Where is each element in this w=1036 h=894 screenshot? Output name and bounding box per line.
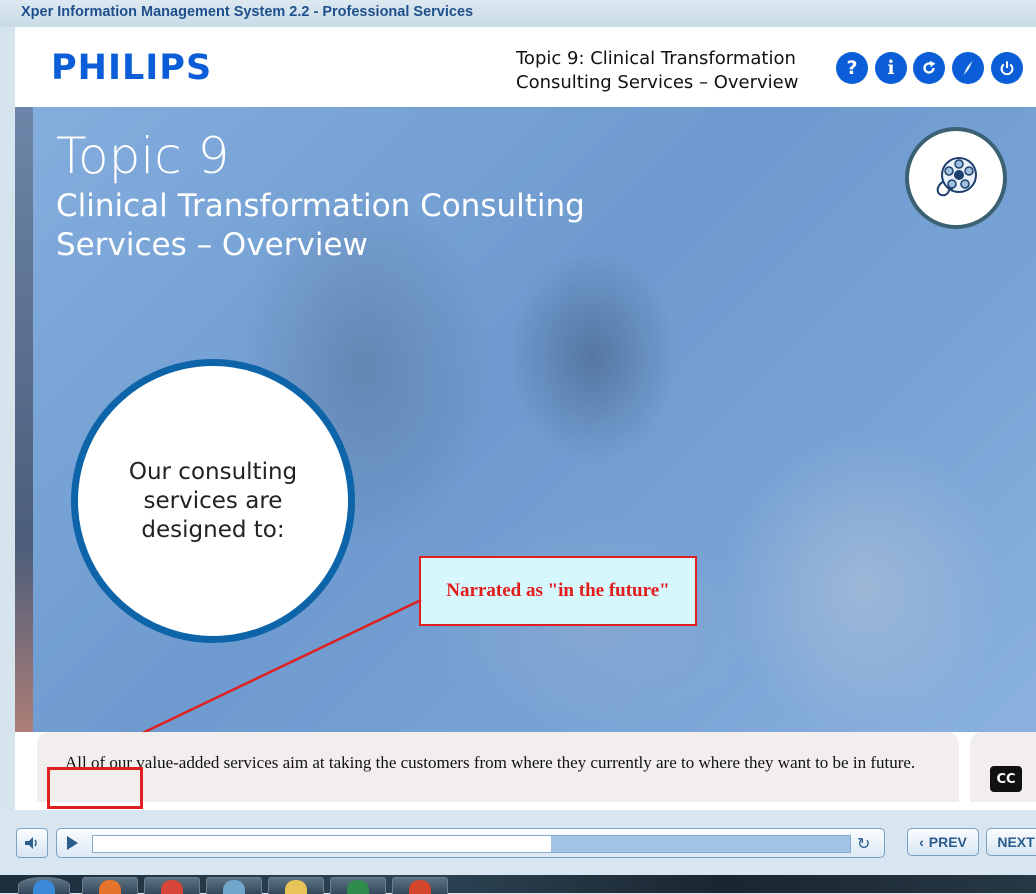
taskbar-folder[interactable]: [268, 877, 324, 894]
help-icon: ?: [846, 57, 858, 79]
playback-bar: ↻: [56, 828, 885, 858]
prev-label: PREV: [928, 834, 967, 850]
taskbar-chrome[interactable]: [144, 877, 200, 894]
window-title: Xper Information Management System 2.2 -…: [21, 4, 474, 20]
start-orb-icon: [33, 880, 55, 894]
header-topic-title: Topic 9: Clinical Transformation Consult…: [516, 47, 798, 95]
header-topic-line2: Consulting Services – Overview: [516, 72, 799, 93]
next-button[interactable]: NEXT: [986, 828, 1036, 856]
taskbar-excel[interactable]: [330, 877, 386, 894]
media-button[interactable]: [905, 127, 1007, 229]
annotation-callout: Narrated as "in the future": [419, 556, 697, 626]
start-button[interactable]: [18, 877, 70, 894]
film-reel-icon: [936, 157, 977, 197]
taskbar-firefox[interactable]: [82, 877, 138, 894]
window-title-bar: Xper Information Management System 2.2 -…: [0, 0, 1036, 27]
powerpoint-icon: [409, 880, 431, 894]
intro-circle-text: Our consulting services are designed to:: [128, 458, 298, 543]
compass-button[interactable]: [952, 52, 984, 84]
refresh-icon: [923, 60, 936, 74]
taskbar-powerpoint[interactable]: [392, 877, 448, 894]
chevron-left-icon: ‹: [919, 834, 924, 850]
speaker-icon: [25, 837, 37, 849]
prev-button[interactable]: ‹ PREV: [907, 828, 979, 856]
taskbar-explorer[interactable]: [206, 877, 262, 894]
caption-text: All of our value-added services aim at t…: [65, 753, 916, 772]
next-label: NEXT: [997, 834, 1035, 850]
info-button[interactable]: i: [875, 52, 907, 84]
power-icon: [1000, 61, 1014, 76]
explorer-icon: [223, 880, 245, 894]
replay-icon[interactable]: ↻: [857, 834, 870, 853]
cc-panel: CC: [970, 732, 1036, 802]
compass-icon: [963, 60, 973, 76]
course-header: PHILIPS Topic 9: Clinical Transformation…: [15, 30, 1036, 107]
info-icon: i: [887, 57, 895, 79]
progress-track[interactable]: [92, 835, 851, 853]
closed-captions-button[interactable]: CC: [990, 766, 1022, 792]
stage-left-edge: [15, 107, 33, 732]
folder-icon: [285, 880, 307, 894]
help-button[interactable]: ?: [836, 52, 868, 84]
slide-stage: Topic 9 Clinical Transformation Consulti…: [33, 107, 1036, 732]
chrome-icon: [161, 880, 183, 894]
power-button[interactable]: [991, 52, 1023, 84]
volume-button[interactable]: [16, 828, 48, 858]
play-icon[interactable]: [67, 836, 78, 850]
caption-panel: All of our value-added services aim at t…: [37, 732, 959, 802]
philips-logo: PHILIPS: [51, 48, 213, 88]
intro-circle: Our consulting services are designed to:: [71, 359, 355, 643]
slide-heading: Topic 9: [56, 127, 230, 185]
excel-icon: [347, 880, 369, 894]
progress-fill: [93, 836, 551, 852]
refresh-button[interactable]: [913, 52, 945, 84]
header-topic-line1: Topic 9: Clinical Transformation: [516, 48, 796, 69]
firefox-icon: [99, 880, 121, 894]
annotation-highlight-box: [47, 767, 143, 809]
slide-subheading: Clinical Transformation Consulting Servi…: [56, 188, 585, 263]
